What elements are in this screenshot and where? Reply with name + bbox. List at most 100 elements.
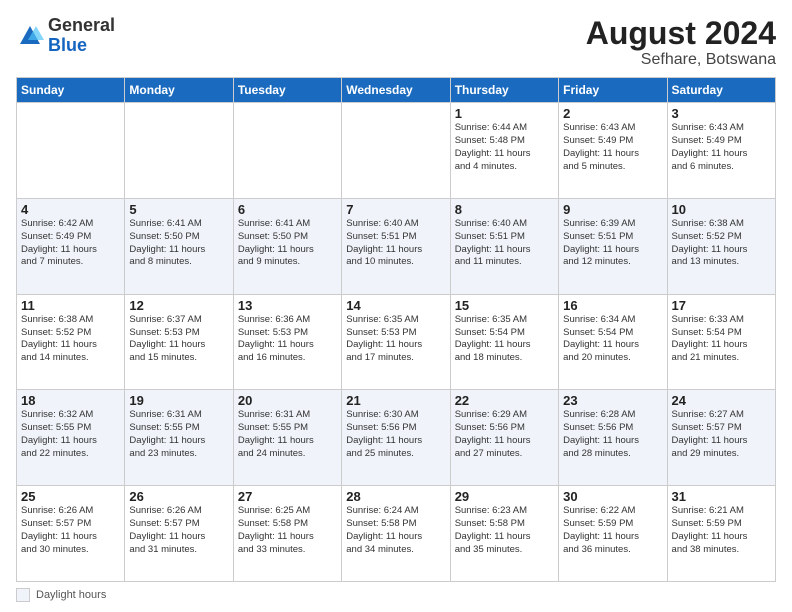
day-number: 9 [563,202,662,217]
day-number: 24 [672,393,771,408]
calendar-cell: 6Sunrise: 6:41 AM Sunset: 5:50 PM Daylig… [233,198,341,294]
calendar-cell: 8Sunrise: 6:40 AM Sunset: 5:51 PM Daylig… [450,198,558,294]
day-info: Sunrise: 6:36 AM Sunset: 5:53 PM Dayligh… [238,314,337,365]
day-info: Sunrise: 6:40 AM Sunset: 5:51 PM Dayligh… [346,218,445,269]
day-info: Sunrise: 6:26 AM Sunset: 5:57 PM Dayligh… [21,505,120,556]
logo-icon [16,22,44,50]
calendar-cell: 9Sunrise: 6:39 AM Sunset: 5:51 PM Daylig… [559,198,667,294]
day-number: 30 [563,489,662,504]
day-info: Sunrise: 6:31 AM Sunset: 5:55 PM Dayligh… [238,409,337,460]
day-number: 29 [455,489,554,504]
day-info: Sunrise: 6:26 AM Sunset: 5:57 PM Dayligh… [129,505,228,556]
header-day-friday: Friday [559,78,667,103]
day-number: 23 [563,393,662,408]
day-number: 21 [346,393,445,408]
footer-label: Daylight hours [36,589,106,601]
day-info: Sunrise: 6:22 AM Sunset: 5:59 PM Dayligh… [563,505,662,556]
logo-general: General [48,16,115,36]
week-row-5: 25Sunrise: 6:26 AM Sunset: 5:57 PM Dayli… [17,486,776,582]
calendar-cell: 22Sunrise: 6:29 AM Sunset: 5:56 PM Dayli… [450,390,558,486]
day-info: Sunrise: 6:28 AM Sunset: 5:56 PM Dayligh… [563,409,662,460]
day-number: 11 [21,298,120,313]
day-number: 8 [455,202,554,217]
calendar-cell: 11Sunrise: 6:38 AM Sunset: 5:52 PM Dayli… [17,294,125,390]
day-number: 25 [21,489,120,504]
main-title: August 2024 [586,16,776,51]
calendar-cell: 12Sunrise: 6:37 AM Sunset: 5:53 PM Dayli… [125,294,233,390]
calendar-cell: 10Sunrise: 6:38 AM Sunset: 5:52 PM Dayli… [667,198,775,294]
week-row-1: 1Sunrise: 6:44 AM Sunset: 5:48 PM Daylig… [17,103,776,199]
footer: Daylight hours [16,588,776,602]
header-day-tuesday: Tuesday [233,78,341,103]
day-number: 7 [346,202,445,217]
day-number: 6 [238,202,337,217]
day-info: Sunrise: 6:21 AM Sunset: 5:59 PM Dayligh… [672,505,771,556]
day-info: Sunrise: 6:41 AM Sunset: 5:50 PM Dayligh… [238,218,337,269]
day-number: 14 [346,298,445,313]
header-day-saturday: Saturday [667,78,775,103]
calendar-cell [342,103,450,199]
calendar-cell: 15Sunrise: 6:35 AM Sunset: 5:54 PM Dayli… [450,294,558,390]
calendar-cell: 4Sunrise: 6:42 AM Sunset: 5:49 PM Daylig… [17,198,125,294]
calendar-cell: 26Sunrise: 6:26 AM Sunset: 5:57 PM Dayli… [125,486,233,582]
day-number: 2 [563,106,662,121]
logo-blue: Blue [48,36,115,56]
day-info: Sunrise: 6:35 AM Sunset: 5:53 PM Dayligh… [346,314,445,365]
day-number: 27 [238,489,337,504]
calendar-cell: 31Sunrise: 6:21 AM Sunset: 5:59 PM Dayli… [667,486,775,582]
day-info: Sunrise: 6:35 AM Sunset: 5:54 PM Dayligh… [455,314,554,365]
subtitle: Sefhare, Botswana [586,51,776,69]
day-number: 16 [563,298,662,313]
header-row: SundayMondayTuesdayWednesdayThursdayFrid… [17,78,776,103]
calendar-cell: 21Sunrise: 6:30 AM Sunset: 5:56 PM Dayli… [342,390,450,486]
header-day-monday: Monday [125,78,233,103]
day-info: Sunrise: 6:33 AM Sunset: 5:54 PM Dayligh… [672,314,771,365]
header-day-sunday: Sunday [17,78,125,103]
title-block: August 2024 Sefhare, Botswana [586,16,776,69]
calendar-cell: 20Sunrise: 6:31 AM Sunset: 5:55 PM Dayli… [233,390,341,486]
calendar-cell: 7Sunrise: 6:40 AM Sunset: 5:51 PM Daylig… [342,198,450,294]
day-number: 17 [672,298,771,313]
day-info: Sunrise: 6:23 AM Sunset: 5:58 PM Dayligh… [455,505,554,556]
day-number: 18 [21,393,120,408]
day-info: Sunrise: 6:34 AM Sunset: 5:54 PM Dayligh… [563,314,662,365]
calendar-cell: 23Sunrise: 6:28 AM Sunset: 5:56 PM Dayli… [559,390,667,486]
day-info: Sunrise: 6:43 AM Sunset: 5:49 PM Dayligh… [672,122,771,173]
calendar-cell: 3Sunrise: 6:43 AM Sunset: 5:49 PM Daylig… [667,103,775,199]
day-info: Sunrise: 6:27 AM Sunset: 5:57 PM Dayligh… [672,409,771,460]
day-info: Sunrise: 6:39 AM Sunset: 5:51 PM Dayligh… [563,218,662,269]
day-number: 22 [455,393,554,408]
calendar-cell: 29Sunrise: 6:23 AM Sunset: 5:58 PM Dayli… [450,486,558,582]
header-day-thursday: Thursday [450,78,558,103]
day-number: 12 [129,298,228,313]
day-number: 20 [238,393,337,408]
day-info: Sunrise: 6:37 AM Sunset: 5:53 PM Dayligh… [129,314,228,365]
calendar-cell: 19Sunrise: 6:31 AM Sunset: 5:55 PM Dayli… [125,390,233,486]
calendar-cell: 25Sunrise: 6:26 AM Sunset: 5:57 PM Dayli… [17,486,125,582]
calendar-cell: 5Sunrise: 6:41 AM Sunset: 5:50 PM Daylig… [125,198,233,294]
calendar-cell: 18Sunrise: 6:32 AM Sunset: 5:55 PM Dayli… [17,390,125,486]
day-info: Sunrise: 6:29 AM Sunset: 5:56 PM Dayligh… [455,409,554,460]
page: General Blue August 2024 Sefhare, Botswa… [0,0,792,612]
day-info: Sunrise: 6:42 AM Sunset: 5:49 PM Dayligh… [21,218,120,269]
logo: General Blue [16,16,115,56]
day-number: 13 [238,298,337,313]
day-info: Sunrise: 6:24 AM Sunset: 5:58 PM Dayligh… [346,505,445,556]
calendar-cell [17,103,125,199]
week-row-4: 18Sunrise: 6:32 AM Sunset: 5:55 PM Dayli… [17,390,776,486]
calendar-cell: 30Sunrise: 6:22 AM Sunset: 5:59 PM Dayli… [559,486,667,582]
day-number: 31 [672,489,771,504]
day-number: 3 [672,106,771,121]
day-info: Sunrise: 6:30 AM Sunset: 5:56 PM Dayligh… [346,409,445,460]
header: General Blue August 2024 Sefhare, Botswa… [16,16,776,69]
calendar-cell: 27Sunrise: 6:25 AM Sunset: 5:58 PM Dayli… [233,486,341,582]
calendar-cell: 24Sunrise: 6:27 AM Sunset: 5:57 PM Dayli… [667,390,775,486]
day-number: 28 [346,489,445,504]
day-info: Sunrise: 6:25 AM Sunset: 5:58 PM Dayligh… [238,505,337,556]
day-info: Sunrise: 6:38 AM Sunset: 5:52 PM Dayligh… [672,218,771,269]
calendar-cell: 17Sunrise: 6:33 AM Sunset: 5:54 PM Dayli… [667,294,775,390]
week-row-3: 11Sunrise: 6:38 AM Sunset: 5:52 PM Dayli… [17,294,776,390]
calendar-cell: 1Sunrise: 6:44 AM Sunset: 5:48 PM Daylig… [450,103,558,199]
day-number: 10 [672,202,771,217]
calendar-cell: 2Sunrise: 6:43 AM Sunset: 5:49 PM Daylig… [559,103,667,199]
